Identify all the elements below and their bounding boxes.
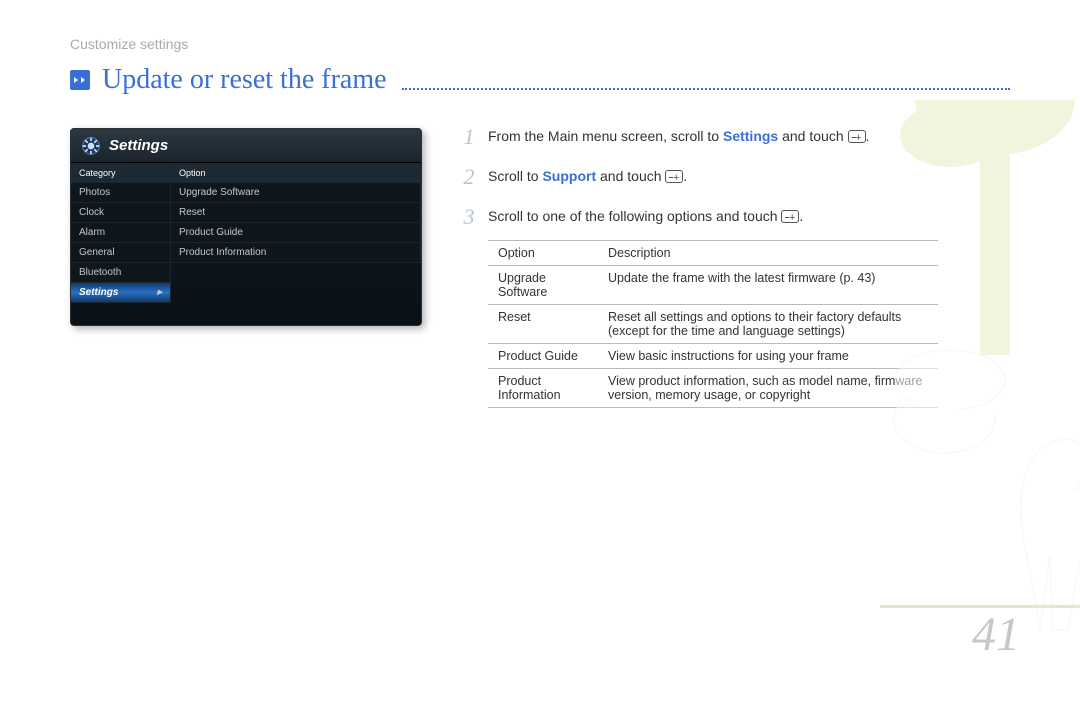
table-header-row: Option Description [488,241,938,266]
enter-icon [665,170,683,183]
chevron-right-icon: ▸ [157,287,162,299]
step-2-number: 2 [460,166,478,188]
step-2-text: Scroll to Support and touch . [488,166,920,187]
page-title-row: Update or reset the frame [70,64,1010,96]
th-option: Option [488,241,598,266]
table-row: Product Information View product informa… [488,369,938,408]
desc-cell: Update the frame with the latest firmwar… [598,266,938,305]
title-chevrons-icon [70,70,90,90]
step-1-highlight: Settings [723,128,778,144]
step-1-number: 1 [460,126,478,148]
title-divider [402,88,1010,90]
step-2-text-b: and touch [596,168,665,184]
step-2-text-c: . [683,168,687,184]
settings-opt-upgrade[interactable]: Upgrade Software [171,183,421,203]
step-1-text-b: and touch [778,128,847,144]
step-1-text-c: . [866,128,870,144]
enter-icon [848,130,866,143]
gear-icon [81,136,101,156]
settings-opt-guide[interactable]: Product Guide [171,223,421,243]
settings-cat-clock[interactable]: Clock [71,203,171,223]
desc-cell: View basic instructions for using your f… [598,344,938,369]
th-description: Description [598,241,938,266]
settings-body: Category Photos Clock Alarm General Blue… [71,163,421,303]
step-2: 2 Scroll to Support and touch . [460,166,920,188]
desc-cell: View product information, such as model … [598,369,938,408]
table-row: Reset Reset all settings and options to … [488,305,938,344]
settings-titlebar: Settings [71,129,421,163]
step-1-text-a: From the Main menu screen, scroll to [488,128,723,144]
table-row: Product Guide View basic instructions fo… [488,344,938,369]
settings-cat-settings[interactable]: Settings ▸ [71,283,171,303]
settings-left-col: Category Photos Clock Alarm General Blue… [71,163,171,303]
page-number: 41 [972,607,1020,662]
settings-cat-photos[interactable]: Photos [71,183,171,203]
step-3: 3 Scroll to one of the following options… [460,206,920,228]
table-row: Upgrade Software Update the frame with t… [488,266,938,305]
settings-screen: Settings Category Photos Clock Alarm Gen… [70,128,422,326]
settings-cat-bluetooth[interactable]: Bluetooth [71,263,171,283]
page-title: Update or reset the frame [102,64,387,96]
opt-cell: Product Guide [488,344,598,369]
settings-right-col: Option Upgrade Software Reset Product Gu… [171,163,421,303]
step-3-number: 3 [460,206,478,228]
step-3-text: Scroll to one of the following options a… [488,206,920,227]
settings-cat-general[interactable]: General [71,243,171,263]
step-3-text-b: . [799,208,803,224]
settings-left-header: Category [71,163,171,183]
step-1-text: From the Main menu screen, scroll to Set… [488,126,920,147]
settings-screen-title: Settings [109,137,168,154]
opt-cell: Product Information [488,369,598,408]
enter-icon [781,210,799,223]
settings-cat-settings-label: Settings [79,287,118,299]
desc-cell: Reset all settings and options to their … [598,305,938,344]
steps: 1 From the Main menu screen, scroll to S… [460,126,920,408]
settings-opt-reset[interactable]: Reset [171,203,421,223]
opt-cell: Upgrade Software [488,266,598,305]
step-2-text-a: Scroll to [488,168,542,184]
step-1: 1 From the Main menu screen, scroll to S… [460,126,920,148]
options-table: Option Description Upgrade Software Upda… [488,240,938,408]
opt-cell: Reset [488,305,598,344]
settings-cat-alarm[interactable]: Alarm [71,223,171,243]
step-3-text-a: Scroll to one of the following options a… [488,208,781,224]
settings-opt-info[interactable]: Product Information [171,243,421,263]
breadcrumb: Customize settings [70,36,188,52]
settings-right-header: Option [171,163,421,183]
step-2-highlight: Support [542,168,596,184]
